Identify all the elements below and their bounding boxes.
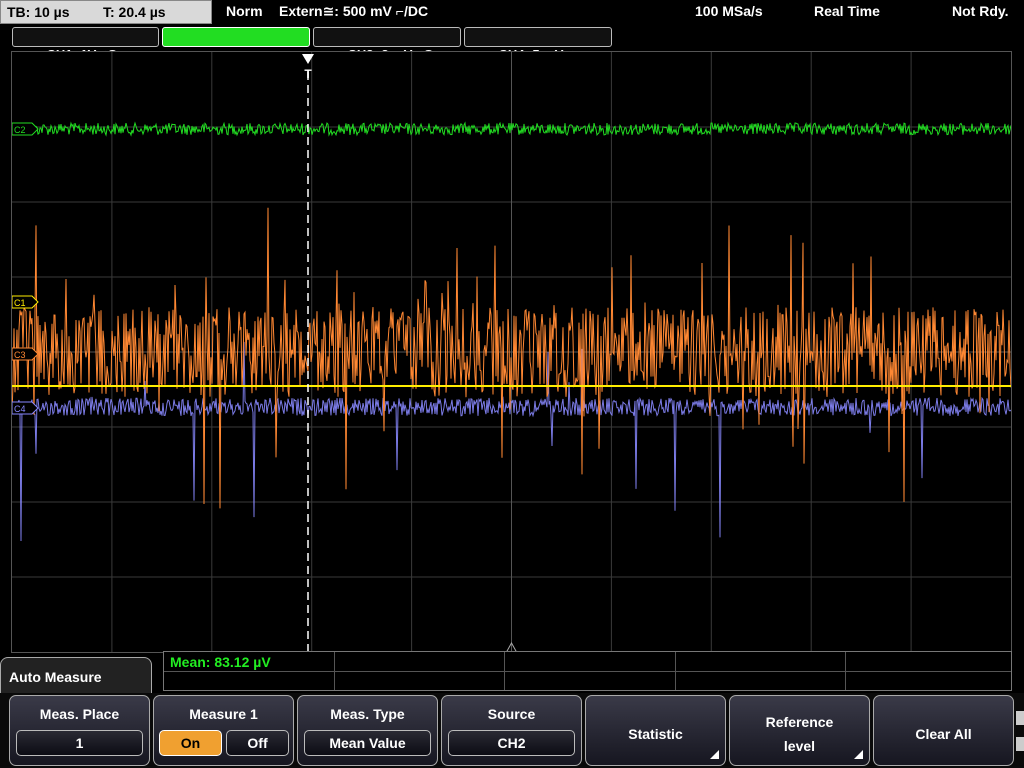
trigger-source[interactable]: Extern≅: 500 mV ⌐/DC — [279, 3, 428, 20]
measurement-col-divider — [504, 652, 505, 690]
scroll-down-icon[interactable] — [1016, 737, 1024, 751]
source-softkey[interactable]: Source CH2 — [441, 695, 582, 766]
acquisition-mode[interactable]: Norm — [226, 3, 263, 19]
measurement-col-divider — [334, 652, 335, 690]
waveform-display[interactable]: T C2 C1 C3 C4 — [11, 51, 1012, 653]
meas-place-softkey[interactable]: Meas. Place 1 — [9, 695, 150, 766]
reference-level-label-2: level — [783, 738, 816, 754]
measure1-off-button[interactable]: Off — [226, 730, 289, 756]
top-status-bar: TB: 10 µs T: 20.4 µs Norm Extern≅: 500 m… — [0, 0, 1024, 25]
meas-type-softkey[interactable]: Meas. Type Mean Value — [297, 695, 438, 766]
ch2-marker-label: C2 — [14, 125, 26, 135]
measurement-col-divider — [675, 652, 676, 690]
measure1-softkey[interactable]: Measure 1 On Off — [153, 695, 294, 766]
submenu-indicator-icon — [854, 750, 863, 759]
timebase-label: TB: 10 µs — [7, 4, 70, 20]
channel-4-button[interactable]: CH4: 5 mV≅ — [464, 27, 612, 62]
meas-place-value[interactable]: 1 — [16, 730, 143, 756]
measure1-label: Measure 1 — [189, 706, 258, 722]
clear-all-softkey[interactable]: Clear All — [873, 695, 1014, 766]
reference-level-label-1: Reference — [765, 714, 834, 730]
source-value[interactable]: CH2 — [448, 730, 575, 756]
meas-place-label: Meas. Place — [39, 706, 120, 722]
waveform-svg[interactable]: T C2 C1 C3 C4 — [11, 52, 1012, 653]
sample-rate: 100 MSa/s — [695, 3, 763, 19]
ch4-marker-label: C4 — [14, 404, 26, 414]
trigger-marker-label: T — [304, 67, 312, 81]
channel-3-button[interactable]: CH3: 2 mV≅Ω — [313, 27, 461, 62]
timebase-box[interactable]: TB: 10 µs T: 20.4 µs — [0, 0, 212, 24]
channel-bar: CH1: 1V≅Ω CH2: 5 mV≅Ω CH3: 2 mV≅Ω CH4: 5… — [0, 27, 1024, 62]
measurement-divider — [164, 671, 1011, 672]
ch1-marker-label: C1 — [14, 298, 26, 308]
meas-type-value[interactable]: Mean Value — [304, 730, 431, 756]
source-label: Source — [487, 706, 536, 722]
acq-type: Real Time — [814, 3, 880, 19]
trigger-time-label: T: 20.4 µs — [103, 4, 166, 20]
ch3-marker-label: C3 — [14, 350, 26, 360]
scroll-up-icon[interactable] — [1016, 711, 1024, 725]
submenu-indicator-icon — [710, 750, 719, 759]
channel-2-button[interactable]: CH2: 5 mV≅Ω — [162, 27, 310, 62]
softkey-bar: Meas. Place 1 Measure 1 On Off Meas. Typ… — [0, 693, 1024, 768]
auto-measure-tab[interactable]: Auto Measure — [0, 657, 152, 697]
clear-all-label: Clear All — [915, 726, 972, 742]
statistic-softkey[interactable]: Statistic — [585, 695, 726, 766]
measurement-col-divider — [845, 652, 846, 690]
measure1-on-button[interactable]: On — [159, 730, 222, 756]
measurement-result: Mean: 83.12 µV — [170, 654, 271, 670]
statistic-label: Statistic — [628, 726, 683, 742]
measurement-panel: Mean: 83.12 µV — [163, 651, 1012, 691]
trigger-status: Not Rdy. — [952, 3, 1009, 19]
meas-type-label: Meas. Type — [330, 706, 405, 722]
channel-1-button[interactable]: CH1: 1V≅Ω — [12, 27, 159, 62]
reference-level-softkey[interactable]: Reference level — [729, 695, 870, 766]
auto-measure-title: Auto Measure — [9, 669, 102, 685]
